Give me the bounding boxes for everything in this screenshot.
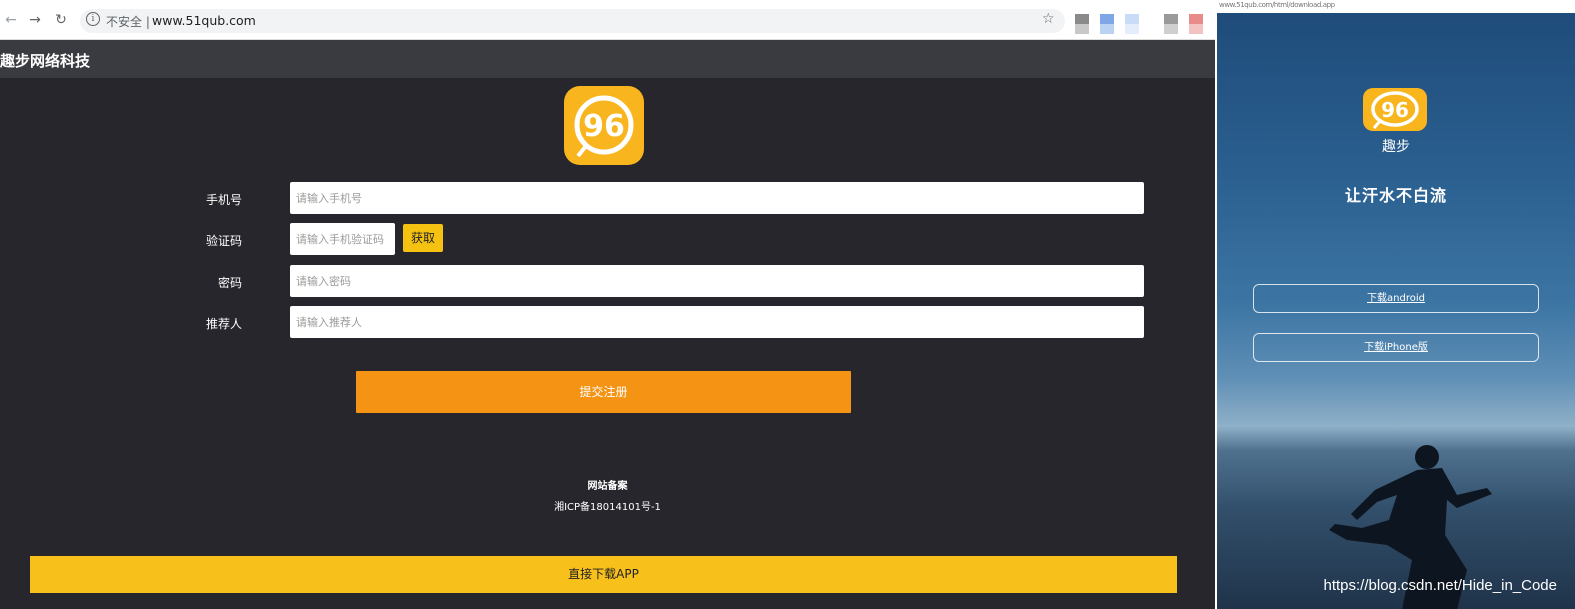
code-label: 验证码 <box>205 234 242 248</box>
extension-icon[interactable] <box>1075 14 1089 34</box>
phone-address-bar: www.51qub.com/html/download.app <box>1217 0 1575 13</box>
browser-toolbar: ← → ↻ i 不安全 | www.51qub.com ☆ <box>0 0 1215 40</box>
extension-icon[interactable] <box>1100 14 1114 34</box>
site-title: 趣步网络科技 <box>0 52 91 70</box>
logo-96-icon: 96 <box>574 95 634 158</box>
browser-window: ← → ↻ i 不安全 | www.51qub.com ☆ 趣步网络科技 96 … <box>0 0 1215 609</box>
phone-app-logo: 96 <box>1363 88 1427 131</box>
svg-text:96: 96 <box>583 109 625 144</box>
phone-slogan: 让汗水不白流 <box>1344 186 1447 205</box>
app-logo: 96 <box>564 86 644 165</box>
submit-register-button[interactable]: 提交注册 <box>356 371 851 413</box>
svg-text:96: 96 <box>1381 98 1409 122</box>
phone-screenshot: www.51qub.com/html/download.app 96 趣步 让汗… <box>1217 0 1575 609</box>
extension-icon[interactable] <box>1125 14 1139 34</box>
password-label: 密码 <box>217 276 242 290</box>
referrer-label: 推荐人 <box>205 317 242 331</box>
extension-icon[interactable] <box>1164 14 1178 34</box>
download-app-button[interactable]: 直接下载APP <box>30 556 1177 593</box>
get-code-button[interactable]: 获取 <box>403 224 443 252</box>
code-input[interactable] <box>290 223 395 255</box>
extension-icon[interactable] <box>1189 14 1203 34</box>
referrer-input[interactable] <box>290 306 1144 338</box>
site-header: 趣步网络科技 <box>0 40 1215 78</box>
password-input[interactable] <box>290 265 1144 297</box>
phone-label: 手机号 <box>205 193 242 207</box>
download-iphone-button[interactable]: 下载iPhone版 <box>1253 333 1539 362</box>
record-number[interactable]: 湘ICP备18014101号-1 <box>0 498 1215 513</box>
logo-96-icon: 96 <box>1371 91 1419 129</box>
back-arrow-icon[interactable]: ← <box>2 11 20 29</box>
phone-input[interactable] <box>290 182 1144 214</box>
reload-icon[interactable]: ↻ <box>52 11 70 29</box>
bookmark-star-icon[interactable]: ☆ <box>1042 11 1055 27</box>
forward-arrow-icon[interactable]: → <box>26 11 44 29</box>
security-label: 不安全 | <box>106 15 150 29</box>
download-android-button[interactable]: 下载android <box>1253 284 1539 313</box>
watermark-text: https://blog.csdn.net/Hide_in_Code <box>1323 577 1558 594</box>
record-title: 网站备案 <box>587 481 628 492</box>
info-icon[interactable]: i <box>86 12 100 26</box>
phone-brand: 趣步 <box>1382 139 1410 155</box>
phone-url: www.51qub.com/html/download.app <box>1219 1 1335 9</box>
url-text[interactable]: www.51qub.com <box>152 13 256 28</box>
address-bar[interactable]: i 不安全 | www.51qub.com <box>80 9 1065 33</box>
